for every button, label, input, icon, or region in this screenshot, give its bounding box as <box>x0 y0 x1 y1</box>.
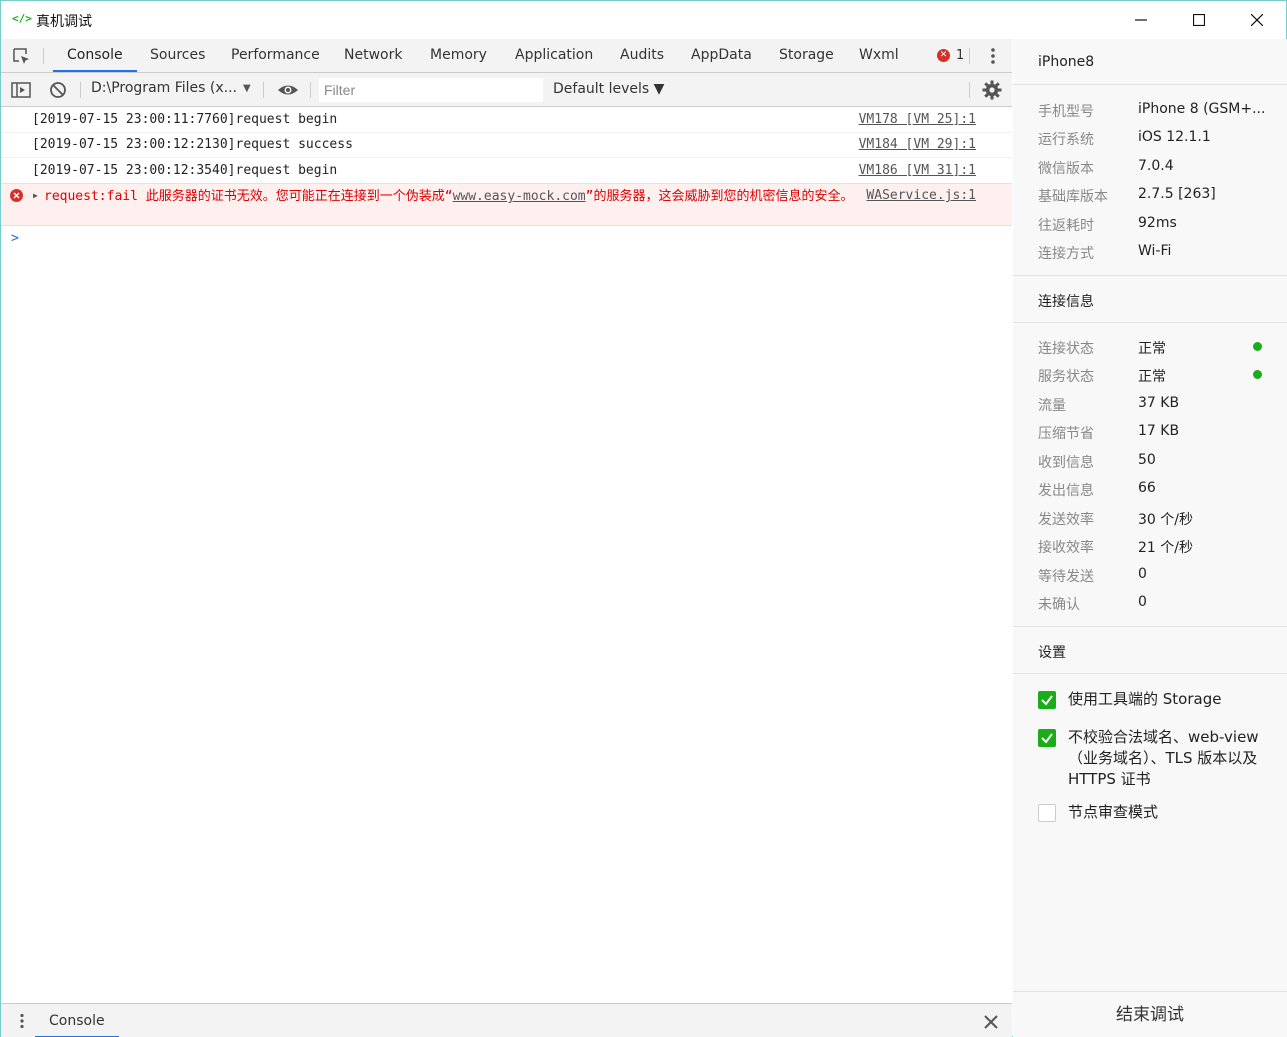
device-header: iPhone8 <box>1013 39 1287 85</box>
console-error-row: ▶ request:fail 此服务器的证书无效。您可能正在连接到一个伪装成“w… <box>1 183 1012 226</box>
error-count: 1 <box>956 48 965 63</box>
connection-section-header: 连接信息 <box>1013 275 1287 323</box>
device-name: iPhone8 <box>1038 54 1095 70</box>
conn-row: 连接状态 正常 <box>1038 338 1268 358</box>
eye-icon <box>278 85 298 95</box>
tab-performance[interactable]: Performance <box>217 39 334 72</box>
expand-triangle-icon[interactable]: ▶ <box>33 191 38 200</box>
devtools-tab-bar: Console Sources Performance Network Memo… <box>1 39 1012 73</box>
setting-skip-domain-check[interactable]: 不校验合法域名、web-view（业务域名）、TLS 版本以及 HTTPS 证书 <box>1038 727 1268 793</box>
error-icon: ✕ <box>937 49 950 62</box>
setting-label: 节点审查模式 <box>1068 803 1159 821</box>
conn-row: 服务状态 正常 <box>1038 366 1268 386</box>
bottom-drawer: Console <box>1 1003 1012 1037</box>
console-log-row: [2019-07-15 23:00:12:2130]request succes… <box>1 132 1012 158</box>
console-toolbar: D:\Program Files (x... ▼ Default levels … <box>1 73 1012 107</box>
gear-icon <box>982 80 1002 100</box>
kebab-icon <box>991 48 995 64</box>
more-options-button[interactable] <box>987 47 999 69</box>
error-url-link[interactable]: www.easy-mock.com <box>453 189 586 204</box>
kebab-icon <box>20 1013 24 1029</box>
status-dot-icon <box>1253 370 1262 379</box>
live-expression-button[interactable] <box>277 81 299 103</box>
section-title: 设置 <box>1038 645 1066 661</box>
setting-use-tool-storage[interactable]: 使用工具端的 Storage <box>1038 689 1268 713</box>
section-title: 连接信息 <box>1038 294 1094 310</box>
inspect-element-button[interactable] <box>11 46 31 70</box>
console-settings-button[interactable] <box>982 80 1002 104</box>
source-link[interactable]: WAService.js:1 <box>866 188 976 203</box>
error-count-badge[interactable]: ✕ 1 <box>937 48 964 63</box>
close-drawer-button[interactable] <box>984 1014 998 1033</box>
tab-storage[interactable]: Storage <box>765 39 848 72</box>
setting-label: 使用工具端的 Storage <box>1068 690 1222 708</box>
tab-application[interactable]: Application <box>501 39 607 72</box>
settings-section-header: 设置 <box>1013 626 1287 674</box>
title-bar: </> 真机调试 <box>1 1 1286 39</box>
minimize-icon <box>1135 19 1147 21</box>
divider <box>969 82 970 98</box>
filter-input[interactable] <box>319 78 543 102</box>
source-link[interactable]: VM184 [VM 29]:1 <box>859 137 976 152</box>
setting-label: 不校验合法域名、web-view（业务域名）、TLS 版本以及 HTTPS 证书 <box>1068 728 1259 788</box>
log-message: [2019-07-15 23:00:11:7760]request begin <box>32 112 338 127</box>
console-log-row: [2019-07-15 23:00:11:7760]request begin … <box>1 107 1012 133</box>
close-icon <box>984 1015 998 1029</box>
drawer-tab-console[interactable]: Console <box>35 1004 119 1037</box>
dropdown-arrow-icon: ▼ <box>243 83 251 94</box>
divider <box>80 82 81 98</box>
checkbox-checked[interactable] <box>1038 691 1056 709</box>
maximize-icon <box>1193 14 1205 26</box>
tab-wxml[interactable]: Wxml <box>845 39 913 72</box>
context-select[interactable]: D:\Program Files (x... <box>91 80 237 96</box>
window-title: 真机调试 <box>36 14 92 30</box>
source-link[interactable]: VM178 [VM 25]:1 <box>859 112 976 127</box>
tab-sources[interactable]: Sources <box>136 39 219 72</box>
status-dot-icon <box>1253 342 1262 351</box>
toggle-sidebar-button[interactable] <box>11 81 31 103</box>
minimize-button[interactable] <box>1112 1 1170 39</box>
console-log-row: [2019-07-15 23:00:12:3540]request begin … <box>1 158 1012 184</box>
devtools-panel: Console Sources Performance Network Memo… <box>1 39 1012 1037</box>
tab-appdata[interactable]: AppData <box>677 39 766 72</box>
console-output: [2019-07-15 23:00:11:7760]request begin … <box>1 107 1012 1003</box>
console-prompt[interactable]: > <box>11 231 19 246</box>
block-icon <box>50 82 66 98</box>
check-icon <box>1041 733 1053 744</box>
log-message: [2019-07-15 23:00:12:3540]request begin <box>32 163 338 178</box>
setting-node-inspect-mode[interactable]: 节点审查模式 <box>1038 802 1268 826</box>
code-icon: </> <box>12 12 32 25</box>
tab-audits[interactable]: Audits <box>606 39 678 72</box>
close-icon <box>1251 14 1263 26</box>
checkbox-unchecked[interactable] <box>1038 804 1056 822</box>
log-message: [2019-07-15 23:00:12:2130]request succes… <box>32 137 353 152</box>
divider <box>310 82 311 98</box>
maximize-button[interactable] <box>1170 1 1228 39</box>
tab-network[interactable]: Network <box>330 39 416 72</box>
tab-console[interactable]: Console <box>53 39 137 72</box>
checkbox-checked[interactable] <box>1038 729 1056 747</box>
close-window-button[interactable] <box>1228 1 1286 39</box>
device-panel: iPhone8 手机型号 iPhone 8 (GSM+... 运行系统 iOS 12… <box>1013 39 1287 1037</box>
sidebar-toggle-icon <box>11 82 31 98</box>
check-icon <box>1041 695 1053 706</box>
error-icon <box>10 189 23 206</box>
source-link[interactable]: VM186 [VM 31]:1 <box>859 163 976 178</box>
end-debug-button[interactable]: 结束调试 <box>1013 991 1287 1037</box>
log-levels-select[interactable]: Default levels ▼ <box>553 81 664 97</box>
divider <box>969 48 970 64</box>
error-message: request:fail 此服务器的证书无效。您可能正在连接到一个伪装成“www… <box>44 189 854 204</box>
divider <box>43 48 44 64</box>
select-element-icon <box>13 48 29 64</box>
divider <box>263 82 264 98</box>
tab-memory[interactable]: Memory <box>416 39 501 72</box>
drawer-menu-button[interactable] <box>18 1013 26 1033</box>
clear-console-button[interactable] <box>49 81 67 103</box>
